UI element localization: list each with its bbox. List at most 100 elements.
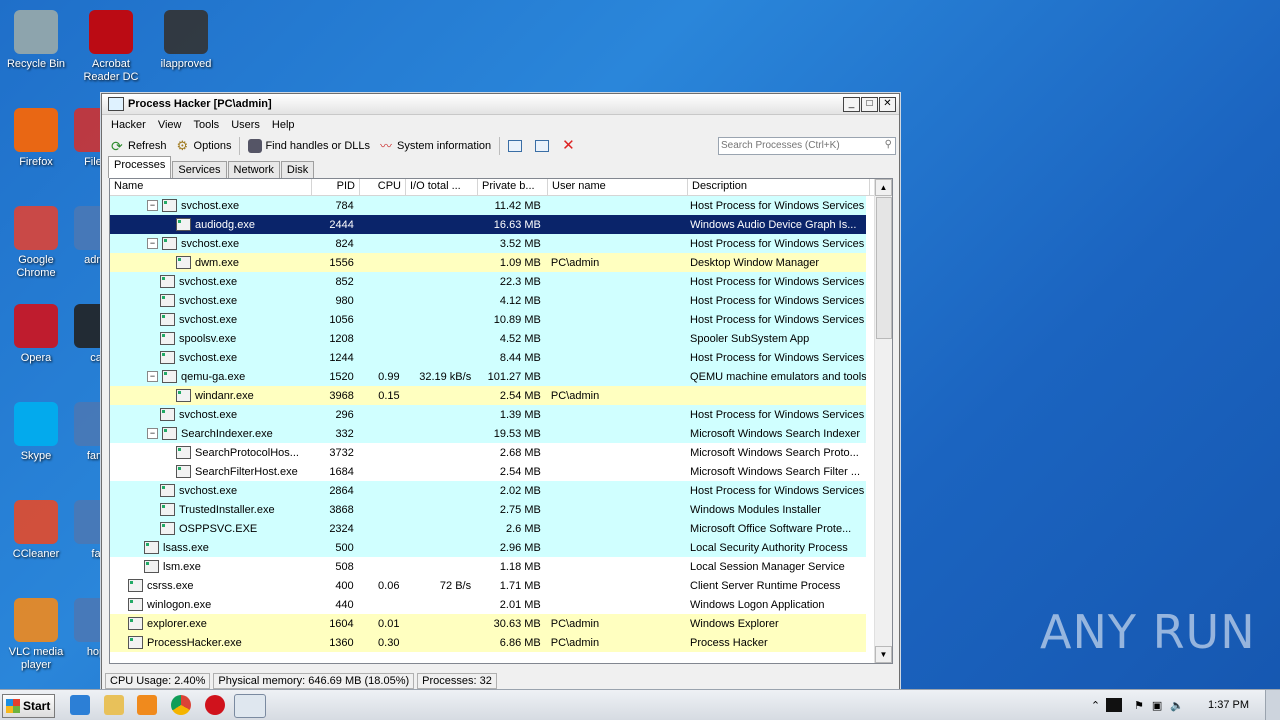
scroll-up-button[interactable]: ▲	[875, 179, 892, 196]
collapse-icon[interactable]: −	[147, 371, 158, 382]
table-row[interactable]: winlogon.exe 440 2.01 MB Windows Logon Appl…	[110, 595, 866, 614]
table-row[interactable]: lsm.exe 508 1.18 MB Local Session Manager S…	[110, 557, 866, 576]
search-icon[interactable]: ⚲	[885, 139, 892, 150]
table-row[interactable]: SearchFilterHost.exe 1684 2.54 MB Microsoft…	[110, 462, 866, 481]
table-row[interactable]: svchost.exe 296 1.39 MB Host Process for Wi…	[110, 405, 866, 424]
media-player-icon[interactable]	[137, 695, 157, 715]
window-arrow-button[interactable]	[530, 136, 557, 156]
watermark-text: ANY RUN	[1040, 605, 1256, 659]
show-desktop-button[interactable]	[1265, 690, 1280, 720]
menu-hacker[interactable]: Hacker	[105, 119, 152, 131]
desktop-icon[interactable]: Recycle Bin	[0, 10, 72, 71]
desktop-app-icon	[14, 598, 58, 642]
pid-cell: 824	[335, 237, 354, 250]
private-bytes-cell: 2.75 MB	[499, 503, 541, 516]
description-cell: Windows Explorer	[690, 617, 779, 630]
column-cpu[interactable]: CPU	[360, 179, 406, 195]
table-row[interactable]: spoolsv.exe 1208 4.52 MB Spooler SubSystem …	[110, 329, 866, 348]
scroll-thumb[interactable]	[876, 197, 892, 339]
refresh-label: Refresh	[128, 140, 167, 152]
process-name-cell: svchost.exe	[110, 484, 311, 497]
ie-icon[interactable]	[70, 695, 90, 715]
menu-tools[interactable]: Tools	[188, 119, 226, 131]
tab-disk[interactable]: Disk	[280, 161, 315, 178]
search-input[interactable]	[719, 138, 873, 152]
maximize-button[interactable]: □	[861, 97, 878, 112]
explorer-folder-icon[interactable]	[104, 695, 124, 715]
search-box[interactable]: ⚲	[718, 137, 896, 155]
collapse-icon[interactable]: −	[147, 428, 158, 439]
process-icon	[162, 237, 177, 250]
description-cell: Desktop Window Manager	[690, 256, 820, 269]
table-row[interactable]: windanr.exe 3968 0.15 2.54 MB PC\admin	[110, 386, 866, 405]
private-bytes-cell: 30.63 MB	[493, 617, 541, 630]
table-row[interactable]: TrustedInstaller.exe 3868 2.75 MB Windows M…	[110, 500, 866, 519]
vertical-scrollbar[interactable]: ▲ ▼	[874, 179, 892, 663]
table-row[interactable]: svchost.exe 980 4.12 MB Host Process for Wi…	[110, 291, 866, 310]
scroll-down-button[interactable]: ▼	[875, 646, 892, 663]
table-row[interactable]: lsass.exe 500 2.96 MB Local Security Author…	[110, 538, 866, 557]
table-row[interactable]: audiodg.exe 2444 16.63 MB Windows Audio Dev…	[110, 215, 866, 234]
table-row[interactable]: − svchost.exe 824 3.52 MB Host Process for W…	[110, 234, 866, 253]
table-row[interactable]: SearchProtocolHos... 3732 2.68 MB Microsoft…	[110, 443, 866, 462]
opera-taskbar-icon[interactable]	[205, 695, 225, 715]
column-private-bytes[interactable]: Private b...	[478, 179, 548, 195]
terminate-button[interactable]: ✕	[557, 136, 584, 156]
title-bar[interactable]: Process Hacker [PC\admin] _ □ ✕	[102, 94, 899, 115]
table-row[interactable]: OSPPSVC.EXE 2324 2.6 MB Microsoft Office So…	[110, 519, 866, 538]
window-icon-button[interactable]	[503, 136, 530, 156]
minimize-button[interactable]: _	[843, 97, 860, 112]
process-icon	[160, 294, 175, 307]
refresh-button[interactable]: ⟳ Refresh	[106, 136, 172, 156]
table-row[interactable]: svchost.exe 1056 10.89 MB Host Process for …	[110, 310, 866, 329]
table-row[interactable]: ProcessHacker.exe 1360 0.30 6.86 MB PC\admin…	[110, 633, 866, 652]
table-row[interactable]: svchost.exe 1244 8.44 MB Host Process for W…	[110, 348, 866, 367]
chrome-taskbar-icon[interactable]	[171, 695, 191, 715]
process-icon	[160, 313, 175, 326]
private-bytes-cell: 1.18 MB	[499, 560, 541, 573]
close-button[interactable]: ✕	[879, 97, 896, 112]
network-tray-icon[interactable]: ▣	[1148, 699, 1166, 712]
column-name[interactable]: Name	[110, 179, 312, 195]
table-row[interactable]: − svchost.exe 784 11.42 MB Host Process for …	[110, 196, 866, 215]
table-row[interactable]: explorer.exe 1604 0.01 30.63 MB PC\admin Wind…	[110, 614, 866, 633]
process-tree[interactable]: Name PID CPU I/O total ... Private b... …	[109, 178, 893, 664]
table-row[interactable]: svchost.exe 852 22.3 MB Host Process for Wi…	[110, 272, 866, 291]
options-button[interactable]: ⚙ Options	[172, 136, 237, 156]
collapse-icon[interactable]: −	[147, 238, 158, 249]
menu-users[interactable]: Users	[225, 119, 266, 131]
refresh-icon: ⟳	[111, 138, 123, 154]
tab-processes[interactable]: Processes	[108, 156, 172, 178]
desktop-icon[interactable]: Acrobat Reader DC	[75, 10, 147, 84]
clock[interactable]: 1:37 PM	[1188, 699, 1265, 711]
menu-bar: Hacker View Tools Users Help	[102, 115, 899, 134]
find-handles-button[interactable]: Find handles or DLLs	[243, 136, 375, 156]
column-description[interactable]: Description	[688, 179, 870, 195]
collapse-icon[interactable]: −	[147, 200, 158, 211]
flag-tray-icon[interactable]: ⚑	[1130, 699, 1148, 712]
menu-view[interactable]: View	[152, 119, 188, 131]
table-row[interactable]: svchost.exe 2864 2.02 MB Host Process for W…	[110, 481, 866, 500]
terminal-tray-icon[interactable]	[1106, 698, 1123, 712]
column-io[interactable]: I/O total ...	[406, 179, 478, 195]
process-hacker-window: Process Hacker [PC\admin] _ □ ✕ Hacker V…	[101, 93, 900, 692]
tray-expand-icon[interactable]: ⌃	[1085, 699, 1106, 712]
process-hacker-taskbar-icon[interactable]	[234, 694, 266, 718]
table-row[interactable]: − qemu-ga.exe 1520 0.99 32.19 kB/s 101.27 MB Q…	[110, 367, 866, 386]
table-row[interactable]: dwm.exe 1556 1.09 MB PC\admin Desktop Window…	[110, 253, 866, 272]
process-name-cell: TrustedInstaller.exe	[110, 503, 311, 516]
process-name: svchost.exe	[181, 199, 240, 212]
process-name-cell: SearchFilterHost.exe	[110, 465, 311, 478]
table-row[interactable]: csrss.exe 400 0.06 72 B/s 1.71 MB Client Serv…	[110, 576, 866, 595]
private-bytes-cell: 3.52 MB	[499, 237, 541, 250]
system-info-button[interactable]: 〰 System information	[375, 136, 496, 156]
start-button[interactable]: Start	[2, 694, 55, 718]
table-row[interactable]: − SearchIndexer.exe 332 19.53 MB Microsoft W…	[110, 424, 866, 443]
tab-services[interactable]: Services	[172, 161, 227, 178]
volume-icon[interactable]: 🔈	[1166, 699, 1188, 712]
tab-network[interactable]: Network	[227, 161, 280, 178]
column-pid[interactable]: PID	[312, 179, 360, 195]
desktop-icon[interactable]: ilapproved	[150, 10, 222, 71]
menu-help[interactable]: Help	[266, 119, 301, 131]
column-user-name[interactable]: User name	[548, 179, 688, 195]
